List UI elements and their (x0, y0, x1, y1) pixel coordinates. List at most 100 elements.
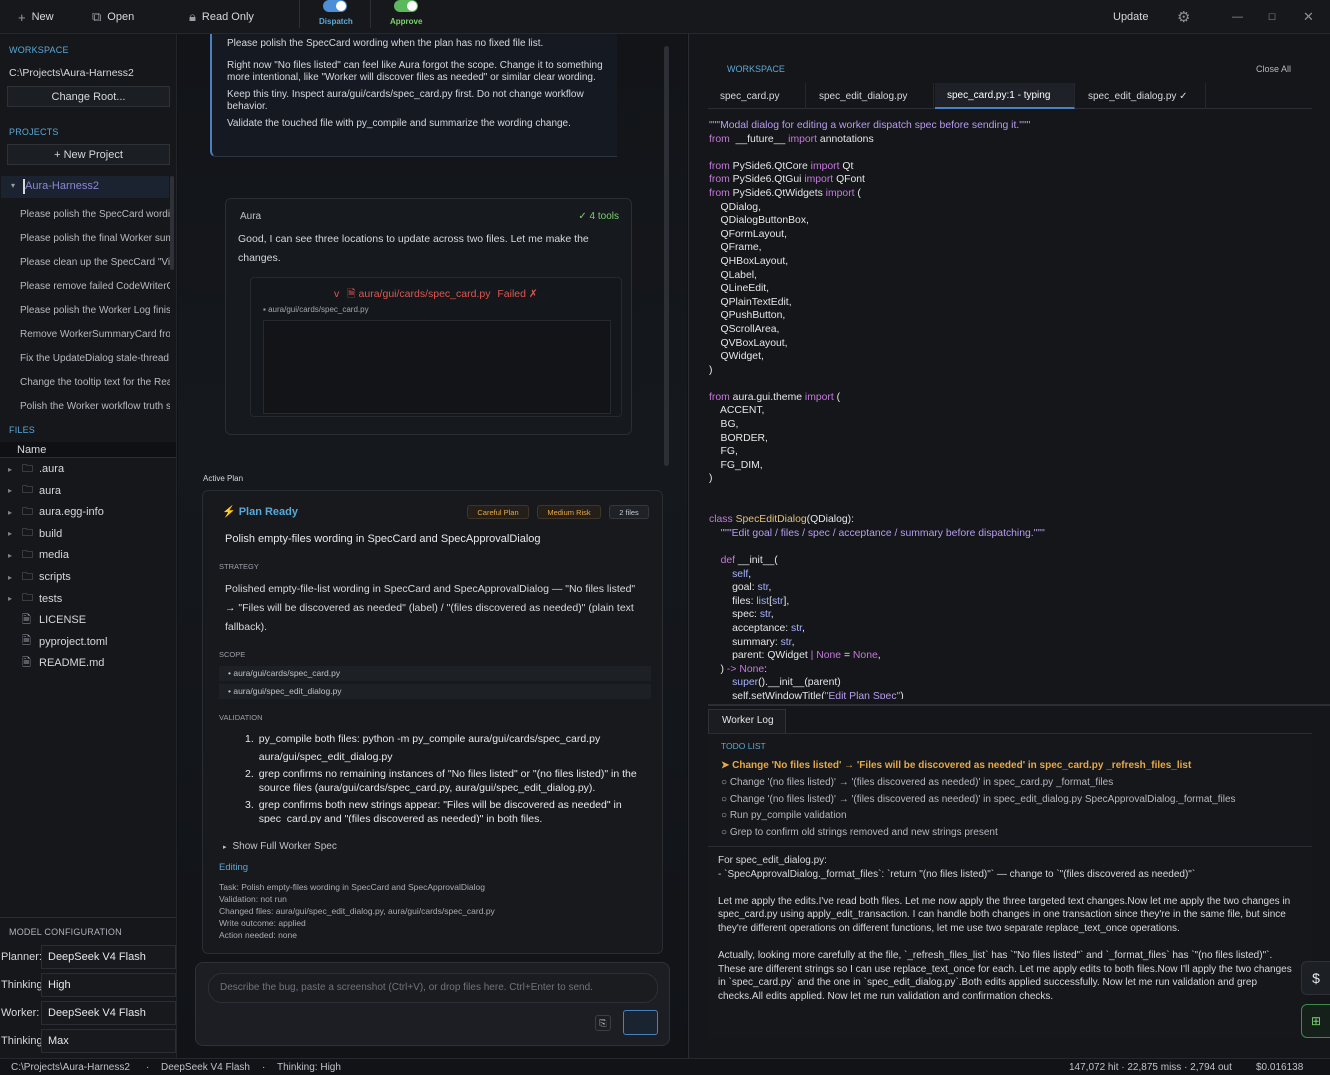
code-token: ACCENT, (709, 405, 765, 417)
code-token: , (801, 622, 805, 634)
code-token: QWidget, (709, 351, 764, 363)
close-window-icon[interactable]: ✕ (1303, 6, 1314, 28)
project-item[interactable]: Please clean up the SpecCard "View (20, 257, 170, 268)
tools-badge[interactable]: ✓ 4 tools (578, 211, 619, 222)
project-item[interactable]: Fix the UpdateDialog stale-thread b (20, 353, 170, 364)
model-config-select[interactable]: Max (41, 1029, 176, 1053)
project-item[interactable]: Please remove failed CodeWriterCa (20, 281, 170, 292)
chevron-right-icon[interactable]: ▸ (2, 465, 18, 474)
tool-call-header[interactable]: v 🗎 aura/gui/cards/spec_card.py Failed ✗ (334, 286, 538, 304)
code-line: BG, (709, 418, 1309, 432)
badge-careful-plan: Careful Plan (467, 505, 529, 519)
code-line: QPushButton, (709, 309, 1309, 323)
tab-spec-edit-dialog[interactable]: spec_edit_dialog.py (807, 83, 934, 109)
chevron-right-icon[interactable]: ▸ (2, 594, 18, 603)
close-all-button[interactable]: Close All (1256, 64, 1291, 74)
code-token: __future__ (729, 133, 789, 145)
model-config-select[interactable]: DeepSeek V4 Flash (41, 945, 176, 969)
code-token: QPlainTextEdit, (709, 296, 792, 308)
files-column-header[interactable]: Name (0, 442, 176, 458)
code-token: None (739, 663, 765, 675)
dispatch-switch[interactable] (323, 0, 347, 12)
code-line: class SpecEditDialog(QDialog): (709, 513, 1309, 527)
tool-call-card: v 🗎 aura/gui/cards/spec_card.py Failed ✗… (250, 277, 622, 417)
code-token: from (709, 133, 730, 145)
show-spec-toggle[interactable]: ▸ Show Full Worker Spec (223, 841, 337, 852)
file-tree-item[interactable]: ▸ 🗀 scripts (0, 567, 176, 587)
new-button[interactable]: + New (18, 6, 54, 28)
tab-worker-log[interactable]: Worker Log (708, 709, 786, 733)
code-line: parent: QWidget | None = None, (709, 649, 1309, 663)
file-tree-item[interactable]: 🗎 README.md (0, 653, 176, 673)
project-item[interactable]: Please polish the SpecCard wording (20, 209, 170, 220)
status-separator: · (262, 1062, 266, 1073)
project-item[interactable]: Please polish the Worker Log finish (20, 305, 170, 316)
code-line: QDialogButtonBox, (709, 214, 1309, 228)
projects-scrollbar[interactable] (170, 176, 174, 270)
tree-view-icon[interactable]: ⊞ (1301, 1004, 1330, 1038)
composer-input[interactable]: Describe the bug, paste a screenshot (Ct… (208, 973, 658, 1003)
chevron-right-icon[interactable]: ▸ (2, 551, 18, 560)
chevron-right-icon[interactable]: ▸ (2, 508, 18, 517)
file-tree-item[interactable]: 🗎 pyproject.toml (0, 632, 176, 652)
settings-gear-icon[interactable]: ⚙ (1177, 6, 1190, 28)
file-tree-item[interactable]: ▸ 🗀 tests (0, 589, 176, 609)
new-project-button[interactable]: + New Project (7, 144, 170, 165)
expand-chevron-icon[interactable]: v (334, 288, 339, 300)
project-item[interactable]: Please polish the final Worker summ (20, 233, 170, 244)
code-token: from (709, 391, 730, 403)
code-line: ) (709, 472, 1309, 486)
file-icon: 🗎 (22, 613, 31, 626)
file-tree-item[interactable]: ▸ 🗀 aura (0, 481, 176, 501)
project-item[interactable]: Change the tooltip text for the Reac (20, 377, 170, 388)
code-token: QLineEdit, (709, 283, 770, 295)
file-icon: 🗎 (347, 288, 356, 300)
approve-toggle[interactable]: Approve (390, 0, 424, 28)
editor-splitter[interactable] (708, 704, 1330, 706)
project-active[interactable]: ▾ Aura-Harness2 (1, 176, 169, 198)
dispatch-toggle[interactable]: Dispatch (319, 0, 353, 28)
change-root-button[interactable]: Change Root... (7, 86, 170, 107)
code-token: QFont (833, 174, 865, 186)
code-token: annotations (817, 133, 874, 145)
file-tree-item[interactable]: ▸ 🗀 build (0, 524, 176, 544)
badge-file-count: 2 files (609, 505, 649, 519)
cost-button[interactable]: $ (1301, 961, 1330, 995)
tab-spec-card[interactable]: spec_card.py (708, 83, 806, 109)
code-line: QVBoxLayout, (709, 337, 1309, 351)
chevron-right-icon[interactable]: ▸ (2, 486, 18, 495)
chat-scrollbar[interactable] (664, 46, 669, 466)
send-button[interactable] (623, 1010, 658, 1035)
chevron-right-icon[interactable]: ▸ (2, 529, 18, 538)
file-tree-item[interactable]: ▸ 🗀 aura.egg-info (0, 502, 176, 522)
code-line: """Edit goal / files / spec / acceptance… (709, 527, 1309, 541)
chevron-right-icon[interactable]: ▸ (2, 573, 18, 582)
aura-message-text: Good, I can see three locations to updat… (238, 233, 589, 264)
model-config-select[interactable]: High (41, 973, 176, 997)
model-config-select[interactable]: DeepSeek V4 Flash (41, 1001, 176, 1025)
code-token: , (791, 636, 795, 648)
tab-spec-edit-dialog-saved[interactable]: spec_edit_dialog.py ✓ (1076, 83, 1206, 109)
project-item[interactable]: Remove WorkerSummaryCard from (20, 329, 170, 340)
file-tree-item[interactable]: ▸ 🗀 .aura (0, 459, 176, 479)
code-token: SpecEditDialog (735, 514, 807, 526)
code-editor[interactable]: """Modal dialog for editing a worker dis… (709, 119, 1309, 699)
open-button[interactable]: ⧉ Open (92, 6, 134, 28)
file-tree-item[interactable]: ▸ 🗀 media (0, 545, 176, 565)
read-only-button[interactable]: 🔒︎ Read Only (189, 6, 254, 28)
attach-screenshot-icon[interactable]: ⎘ (595, 1015, 611, 1031)
minimize-icon[interactable]: — (1232, 6, 1243, 28)
file-tree-item[interactable]: 🗎 LICENSE (0, 610, 176, 630)
update-button[interactable]: Update (1113, 6, 1148, 28)
code-token: = (841, 650, 853, 662)
validation-list: 1. py_compile both files: python -m py_co… (245, 731, 649, 823)
project-item[interactable]: Polish the Worker workflow truth st (20, 401, 170, 412)
code-token: ( (854, 187, 861, 199)
maximize-icon[interactable]: ☐ (1268, 6, 1276, 28)
tab-spec-card-typing[interactable]: spec_card.py:1 - typing (935, 83, 1075, 109)
code-line: self.setWindowTitle("Edit Plan Spec") (709, 690, 1309, 699)
approve-switch[interactable] (394, 0, 418, 12)
